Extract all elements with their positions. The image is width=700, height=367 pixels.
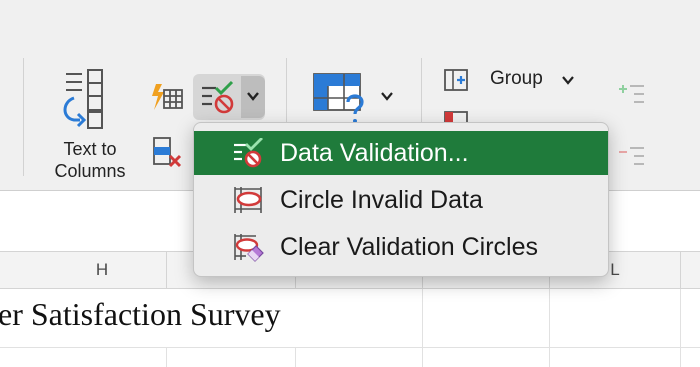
circle-invalid-data-icon (234, 187, 262, 213)
grid-col-line (680, 289, 681, 367)
grid-col-line (549, 289, 550, 367)
menu-item-circle-invalid-data[interactable]: Circle Invalid Data (194, 178, 608, 222)
text-to-columns-icon (63, 69, 103, 129)
ribbon-separator (23, 58, 24, 176)
chevron-down-icon[interactable] (561, 74, 575, 86)
grid-col-line (295, 347, 296, 367)
menu-item-data-validation[interactable]: Data Validation... (194, 131, 608, 175)
chevron-down-icon[interactable] (380, 90, 394, 102)
survey-title-cell[interactable]: er Satisfaction Survey (0, 296, 281, 333)
show-detail-icon[interactable] (616, 82, 646, 106)
data-validation-menu: Data Validation... Circle Invalid Data C… (193, 122, 609, 277)
column-header-h[interactable]: H (38, 252, 166, 288)
flash-fill-icon[interactable] (150, 82, 184, 112)
group-label[interactable]: Group (490, 68, 543, 90)
hide-detail-icon[interactable] (616, 144, 646, 168)
menu-item-label: Circle Invalid Data (280, 186, 483, 214)
column-separator (680, 252, 681, 288)
what-if-analysis-icon[interactable] (312, 72, 374, 124)
chevron-down-icon (247, 92, 259, 101)
grid-row-line (0, 347, 700, 348)
menu-item-clear-validation-circles[interactable]: Clear Validation Circles (194, 225, 608, 269)
data-validation-icon (234, 138, 263, 168)
text-to-columns-label: Text to Columns (54, 139, 126, 181)
menu-item-label: Data Validation... (280, 139, 469, 167)
text-to-columns-button[interactable]: Text to Columns (40, 62, 140, 182)
menu-item-label: Clear Validation Circles (280, 233, 538, 261)
grid-col-line (166, 347, 167, 367)
clear-validation-circles-icon (234, 234, 264, 262)
data-validation-icon (202, 80, 234, 114)
grid-col-line (422, 289, 423, 367)
group-icon (444, 69, 468, 91)
remove-duplicates-icon[interactable] (152, 136, 184, 170)
